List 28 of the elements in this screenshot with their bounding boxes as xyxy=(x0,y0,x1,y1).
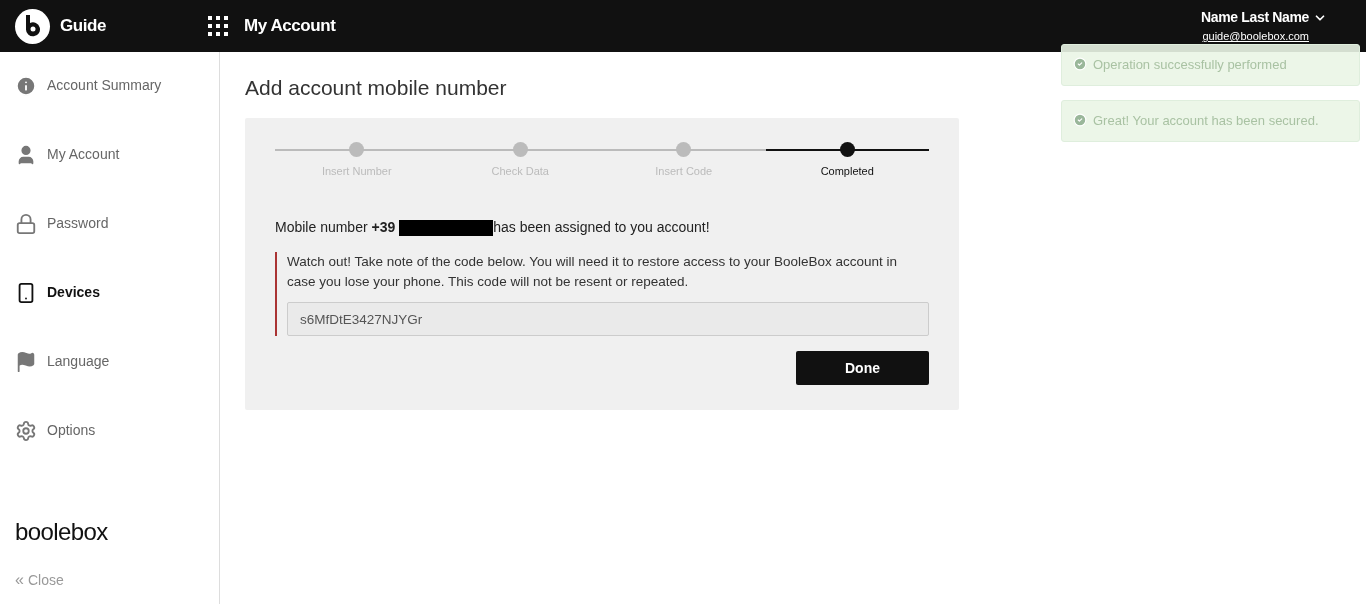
sidebar-item[interactable]: Password xyxy=(15,210,204,279)
done-button[interactable]: Done xyxy=(796,351,929,385)
message-text: has been assigned to you account! xyxy=(493,218,710,237)
sidebar-item[interactable]: Devices xyxy=(15,279,204,348)
gears-icon xyxy=(15,420,37,442)
sidebar-item[interactable]: Options xyxy=(15,417,204,486)
flag-icon xyxy=(15,351,37,373)
lock-icon xyxy=(15,213,37,235)
success-toast: Operation successfully performed xyxy=(1061,44,1360,86)
sidebar-item[interactable]: Language xyxy=(15,348,204,417)
section-title: My Account xyxy=(244,15,336,38)
logo-icon xyxy=(15,8,50,44)
info-icon xyxy=(15,75,37,97)
success-toast: Great! Your account has been secured. xyxy=(1061,100,1360,142)
code-field[interactable]: s6MfDtE3427NJYGr xyxy=(287,302,929,336)
user-email[interactable]: guide@boolebox.com xyxy=(1202,28,1309,45)
step-label: Completed xyxy=(820,163,874,179)
message-text: Mobile number +39 xyxy=(275,218,396,237)
check-icon xyxy=(1073,113,1087,127)
user-name[interactable]: Name Last Name xyxy=(1201,7,1309,29)
check-icon xyxy=(1073,57,1087,71)
sidebar-item[interactable]: Account Summary xyxy=(15,72,204,141)
sidebar-item[interactable]: My Account xyxy=(15,141,204,210)
app-name: Guide xyxy=(60,15,108,38)
page-title: Add account mobile number xyxy=(245,75,507,101)
warning-text: Watch out! Take note of the code below. You will need it to restore access to your BooleBox account in case you lose your phone. This code will not be resent or repeated. xyxy=(287,253,899,291)
apps-grid-icon[interactable] xyxy=(208,16,228,36)
brand-logo: boolebox xyxy=(15,517,109,547)
